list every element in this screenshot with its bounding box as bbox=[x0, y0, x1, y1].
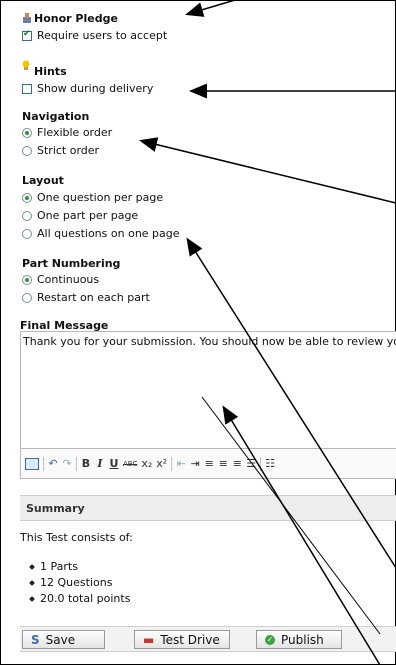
summary-item-points: 20.0 total points bbox=[40, 592, 131, 605]
toolbar-separator bbox=[260, 456, 262, 471]
summary-item: 12 Questions bbox=[29, 576, 113, 589]
summary-item-parts: 1 Parts bbox=[40, 560, 78, 573]
numbering-option-continuous[interactable]: Continuous bbox=[22, 272, 99, 287]
layout-option-all[interactable]: All questions on one page bbox=[22, 226, 180, 241]
test-drive-button[interactable]: ▬ Test Drive bbox=[134, 630, 230, 649]
redo-icon[interactable]: ↷ bbox=[62, 457, 72, 470]
outdent-icon[interactable]: ⇤ bbox=[176, 457, 186, 470]
final-message-editor[interactable]: Thank you for your submission. You shoul… bbox=[20, 331, 396, 449]
action-button-bar: S Save ▬ Test Drive ✓ Publish bbox=[20, 626, 396, 652]
bullet-icon bbox=[29, 579, 35, 586]
toolbar-separator bbox=[76, 456, 77, 471]
publish-icon: ✓ bbox=[265, 634, 275, 645]
layout-option-part[interactable]: One part per page bbox=[22, 208, 138, 223]
bullet-icon bbox=[29, 563, 35, 570]
strict-order-label: Strict order bbox=[37, 144, 100, 157]
show-during-delivery-checkbox[interactable] bbox=[22, 83, 32, 94]
bulleted-list-icon[interactable]: ☷ bbox=[265, 457, 275, 470]
one-question-label: One question per page bbox=[37, 191, 164, 204]
all-questions-radio[interactable] bbox=[22, 228, 32, 239]
require-accept-checkbox[interactable] bbox=[22, 29, 32, 41]
bold-button[interactable]: B bbox=[81, 457, 91, 470]
layout-option-question[interactable]: One question per page bbox=[22, 190, 163, 205]
justify-icon[interactable]: ☰ bbox=[246, 457, 256, 470]
align-center-icon[interactable]: ≡ bbox=[218, 457, 228, 470]
superscript-button[interactable]: x² bbox=[156, 457, 167, 470]
continuous-label: Continuous bbox=[37, 273, 100, 286]
subscript-button[interactable]: x₂ bbox=[141, 457, 152, 470]
save-label: Save bbox=[45, 632, 76, 647]
nav-option-flexible[interactable]: Flexible order bbox=[22, 125, 112, 140]
toolbar-separator bbox=[171, 456, 173, 471]
summary-item: 1 Parts bbox=[29, 560, 78, 573]
restart-radio[interactable] bbox=[22, 292, 32, 303]
all-questions-label: All questions on one page bbox=[37, 227, 180, 240]
summary-item-questions: 12 Questions bbox=[40, 576, 113, 589]
navigation-title: Navigation bbox=[22, 110, 90, 123]
publish-button[interactable]: ✓ Publish bbox=[256, 630, 342, 649]
strikethrough-button[interactable]: ABC bbox=[123, 460, 137, 468]
summary-item: 20.0 total points bbox=[29, 592, 131, 605]
restart-label: Restart on each part bbox=[37, 291, 150, 304]
hints-title: Hints bbox=[34, 65, 67, 78]
one-question-radio[interactable] bbox=[22, 192, 32, 203]
honor-pledge-section: Honor Pledge Require users to accept bbox=[0, 0, 396, 55]
bullet-icon bbox=[29, 595, 35, 602]
undo-icon[interactable]: ↶ bbox=[48, 457, 58, 470]
flexible-order-label: Flexible order bbox=[37, 126, 113, 139]
save-button[interactable]: S Save bbox=[22, 630, 105, 649]
save-icon: S bbox=[31, 632, 40, 647]
indent-icon[interactable]: ⇥ bbox=[190, 457, 200, 470]
show-during-delivery-label: Show during delivery bbox=[37, 82, 154, 95]
flexible-order-radio[interactable] bbox=[22, 127, 32, 138]
summary-intro: This Test consists of: bbox=[20, 531, 133, 544]
numbering-option-restart[interactable]: Restart on each part bbox=[22, 290, 150, 305]
pledge-icon bbox=[22, 12, 32, 27]
require-accept-label: Require users to accept bbox=[37, 29, 168, 42]
lightbulb-icon bbox=[22, 60, 30, 75]
italic-button[interactable]: I bbox=[95, 457, 105, 470]
strict-order-radio[interactable] bbox=[22, 145, 32, 156]
hints-section: Hints Show during delivery bbox=[0, 58, 396, 98]
toolbar-separator bbox=[43, 456, 44, 471]
honor-pledge-title: Honor Pledge bbox=[34, 12, 118, 25]
continuous-radio[interactable] bbox=[22, 274, 32, 285]
align-left-icon[interactable]: ≡ bbox=[204, 457, 214, 470]
one-part-label: One part per page bbox=[37, 209, 139, 222]
one-part-radio[interactable] bbox=[22, 210, 32, 221]
nav-option-strict[interactable]: Strict order bbox=[22, 143, 99, 158]
publish-label: Publish bbox=[281, 632, 324, 647]
layout-title: Layout bbox=[22, 174, 64, 187]
underline-button[interactable]: U bbox=[109, 457, 119, 470]
test-drive-label: Test Drive bbox=[160, 632, 220, 647]
editor-toolbar: ↶ ↷ B I U ABC x₂ x² ⇤ ⇥ ≡ ≡ ≡ ☰ ☷ bbox=[20, 449, 396, 479]
require-accept-option[interactable]: Require users to accept bbox=[22, 28, 167, 43]
part-numbering-title: Part Numbering bbox=[22, 257, 121, 270]
show-during-delivery-option[interactable]: Show during delivery bbox=[22, 81, 153, 96]
align-right-icon[interactable]: ≡ bbox=[232, 457, 242, 470]
source-icon[interactable] bbox=[25, 457, 39, 470]
summary-header: Summary bbox=[20, 495, 396, 521]
test-drive-icon: ▬ bbox=[143, 632, 155, 647]
